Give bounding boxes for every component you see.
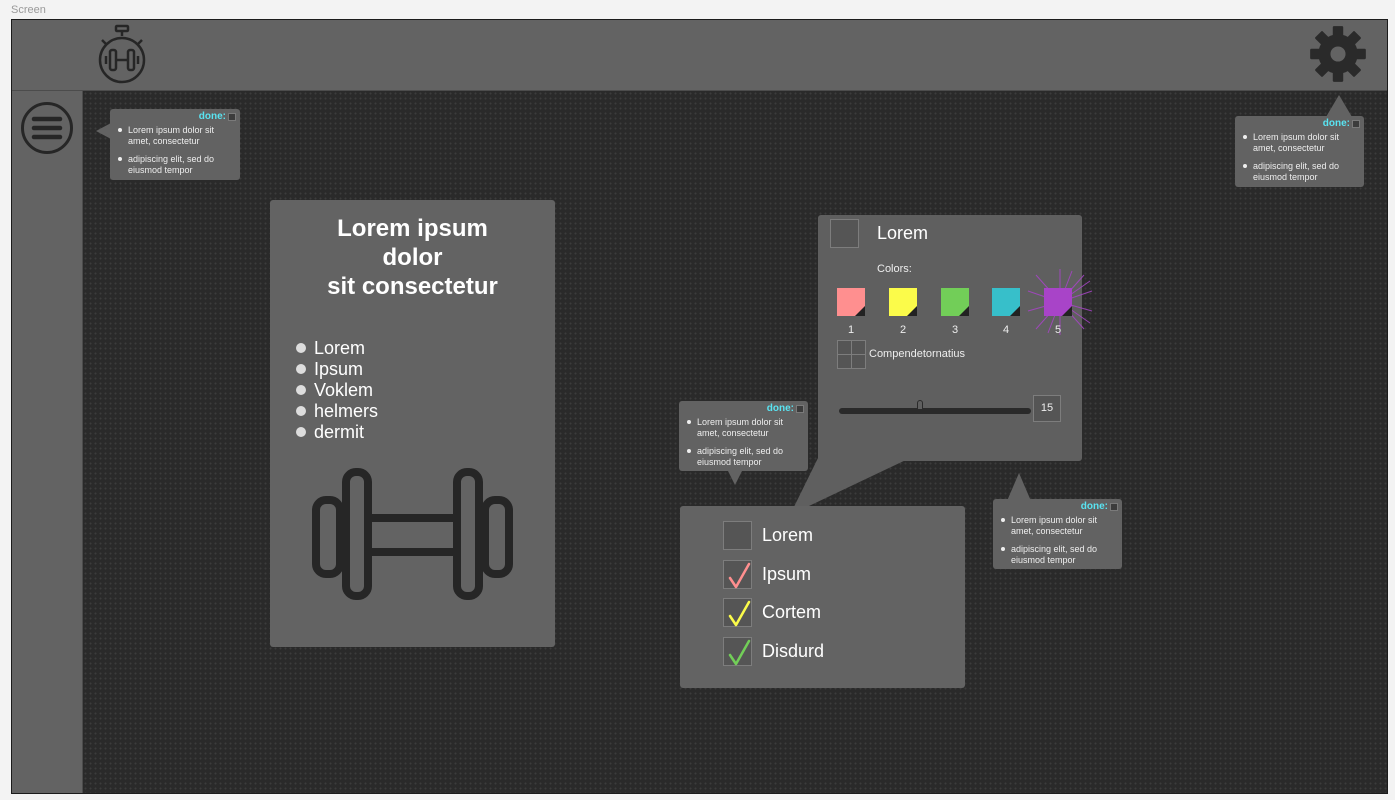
color-swatch-4[interactable] <box>992 288 1020 316</box>
checklist-item[interactable]: Ipsum <box>723 560 811 589</box>
tooltip-item: Lorem ipsum dolor sit amet, consectetur <box>1001 515 1114 536</box>
checkbox[interactable] <box>723 637 752 666</box>
checklist-panel: Lorem Ipsum Cortem Disdurd <box>680 506 965 688</box>
color-swatch-1[interactable] <box>837 288 865 316</box>
check-icon <box>728 562 751 589</box>
stopwatch-dumbbell-icon[interactable] <box>96 24 148 84</box>
check-icon <box>728 639 751 666</box>
color-swatch-3[interactable] <box>941 288 969 316</box>
swatch-number: 1 <box>847 324 855 336</box>
done-label: done: <box>1080 501 1108 512</box>
checkbox[interactable] <box>723 560 752 589</box>
checklist-label: Disdurd <box>762 641 825 661</box>
done-toggle[interactable]: done: <box>766 403 804 415</box>
tooltip-pointer <box>96 123 111 139</box>
color-swatch-2[interactable] <box>889 288 917 316</box>
tooltip-pointer <box>1326 95 1352 117</box>
hamburger-menu-icon[interactable] <box>20 101 74 155</box>
swatch-number: 5 <box>1054 324 1062 336</box>
grid-label: Compendetornatius <box>869 348 966 360</box>
checklist-item[interactable]: Disdurd <box>723 637 824 666</box>
slider-value[interactable]: 15 <box>1033 395 1061 422</box>
screen-label: Screen <box>11 4 46 16</box>
checkbox[interactable] <box>723 598 752 627</box>
done-label: done: <box>766 403 794 414</box>
tooltip-item: Lorem ipsum dolor sit amet, consectetur <box>687 417 800 438</box>
checklist-label: Lorem <box>762 525 814 545</box>
panel-title: Lorem <box>877 223 929 243</box>
grid-toggle-icon[interactable] <box>837 340 866 369</box>
top-bar <box>12 20 1387 91</box>
tooltip-item: adipiscing elit, sed do eiusmod tempor <box>118 154 232 175</box>
list-item: Lorem <box>295 338 378 359</box>
list-item: helmers <box>295 401 379 421</box>
tooltip-panel: done: Lorem ipsum dolor sit amet, consec… <box>993 499 1122 569</box>
slider-handle[interactable] <box>916 400 923 410</box>
done-checkbox[interactable] <box>1110 503 1118 512</box>
swatch-number: 3 <box>951 324 959 336</box>
tooltip-pointer <box>728 471 742 485</box>
check-icon <box>728 600 751 627</box>
done-label: done: <box>198 111 226 122</box>
list-item: Ipsum <box>295 359 378 380</box>
tooltip-settings: done: Lorem ipsum dolor sit amet, consec… <box>1235 116 1364 187</box>
settings-panel: Lorem Colors: 1 2 3 4 5 Compendetornatiu… <box>818 215 1093 461</box>
list-item: dermit <box>295 422 378 443</box>
done-checkbox[interactable] <box>796 405 804 414</box>
panel-checkbox[interactable] <box>830 219 859 248</box>
checkbox[interactable] <box>723 521 752 550</box>
checklist-label: Cortem <box>762 602 822 622</box>
tooltip-checklist: done: Lorem ipsum dolor sit amet, consec… <box>679 401 808 471</box>
app-frame: done: Lorem ipsum dolor sit amet, consec… <box>11 19 1388 794</box>
done-toggle[interactable]: done: <box>198 111 236 123</box>
card-title: Lorem ipsum dolor sit consectetur <box>327 215 498 300</box>
tooltip-item: adipiscing elit, sed do eiusmod tempor <box>687 446 800 467</box>
tooltip-menu: done: Lorem ipsum dolor sit amet, consec… <box>110 109 240 180</box>
done-checkbox[interactable] <box>1352 120 1360 129</box>
done-toggle[interactable]: done: <box>1080 501 1118 513</box>
done-toggle[interactable]: done: <box>1322 118 1360 130</box>
size-slider[interactable] <box>839 400 1031 414</box>
tooltip-item: adipiscing elit, sed do eiusmod tempor <box>1243 161 1356 182</box>
sidebar <box>12 91 83 793</box>
list-item: Voklem <box>295 380 378 401</box>
card-list: Lorem Ipsum Voklem helmers dermit <box>295 338 379 443</box>
dumbbell-icon <box>312 468 513 600</box>
workout-card[interactable]: Lorem ipsum dolor sit consectetur Lorem … <box>270 200 555 647</box>
swatch-number: 2 <box>899 324 907 336</box>
checklist-item[interactable]: Lorem <box>723 521 813 550</box>
gear-icon[interactable] <box>1309 25 1367 83</box>
swatch-number: 4 <box>1002 324 1010 336</box>
done-checkbox[interactable] <box>228 113 236 122</box>
tooltip-item: Lorem ipsum dolor sit amet, consectetur <box>1243 132 1356 153</box>
done-label: done: <box>1322 118 1350 129</box>
checklist-label: Ipsum <box>762 564 812 584</box>
tooltip-pointer <box>1007 473 1031 501</box>
checklist-item[interactable]: Cortem <box>723 598 821 627</box>
colors-label: Colors: <box>877 263 912 275</box>
tooltip-item: adipiscing elit, sed do eiusmod tempor <box>1001 544 1114 565</box>
tooltip-item: Lorem ipsum dolor sit amet, consectetur <box>118 125 232 146</box>
color-swatch-5[interactable] <box>1044 288 1072 316</box>
